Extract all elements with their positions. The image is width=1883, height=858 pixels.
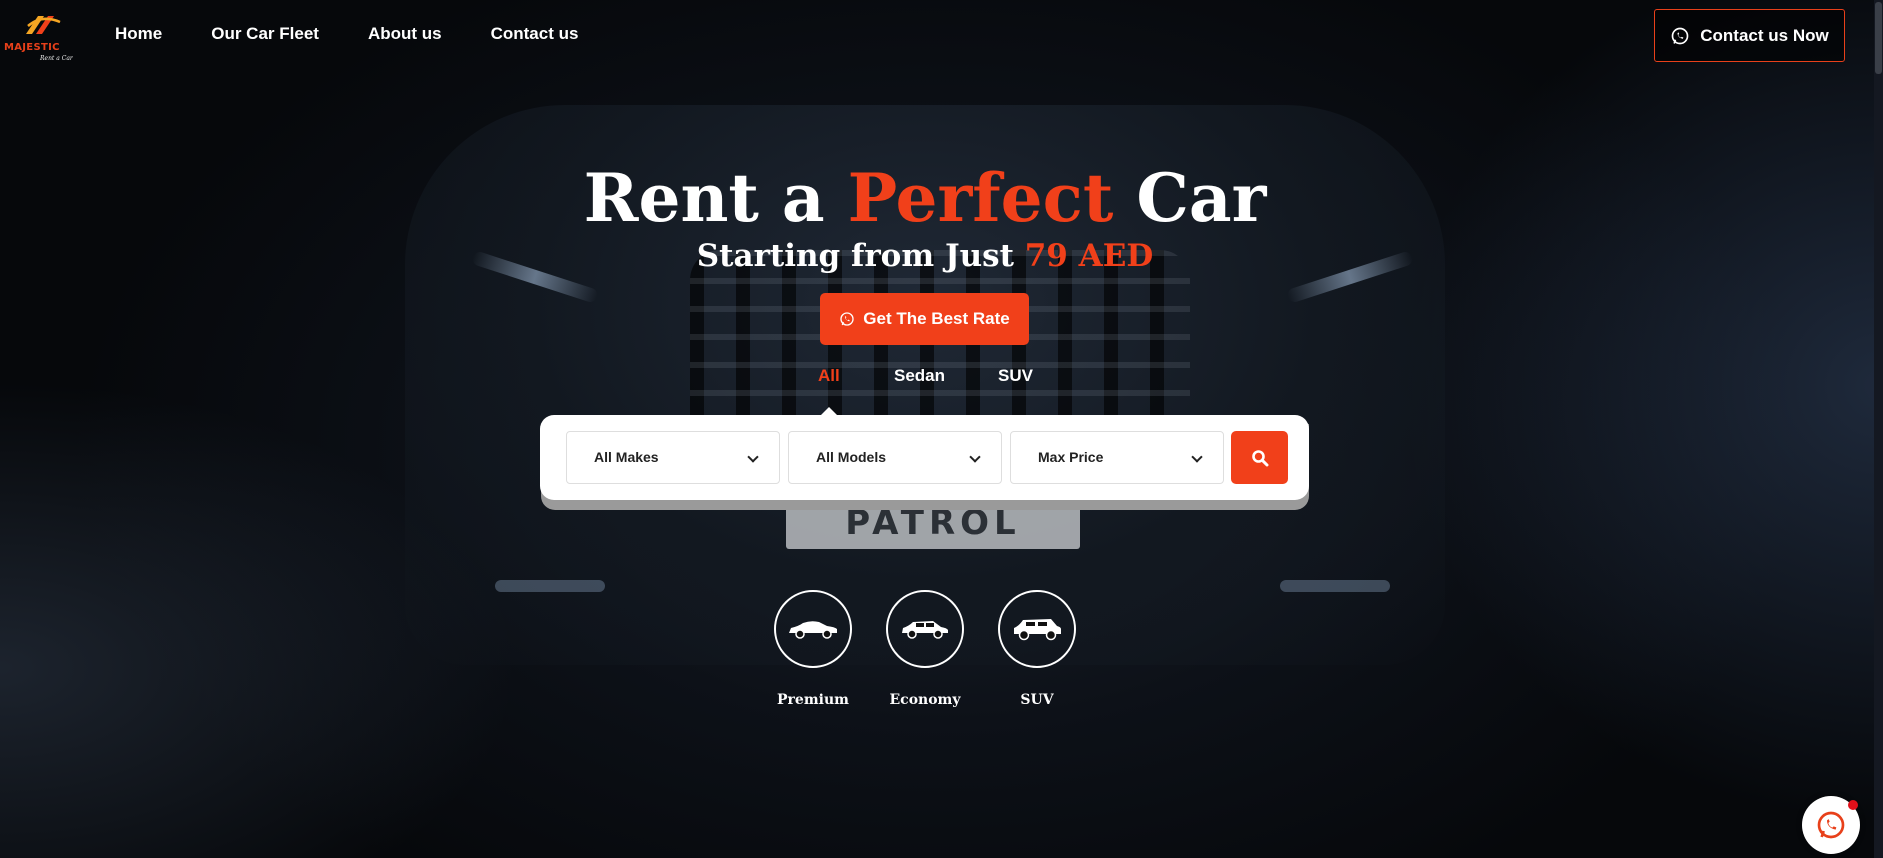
models-select-value: All Models	[816, 449, 887, 465]
category-economy[interactable]: Economy	[875, 590, 975, 708]
whatsapp-icon	[1671, 27, 1689, 44]
makes-select-value: All Makes	[594, 449, 659, 465]
contact-us-now-button[interactable]: Contact us Now	[1654, 9, 1845, 62]
logo-mark-icon	[26, 16, 61, 34]
brand-name: MAJESTIC	[4, 42, 60, 53]
category-economy-label: Economy	[889, 692, 961, 708]
search-icon	[1251, 449, 1268, 466]
car-search-form: All Makes All Models Max Price	[540, 415, 1309, 500]
category-suv[interactable]: SUV	[987, 590, 1087, 708]
nav-car-fleet[interactable]: Our Car Fleet	[211, 24, 319, 44]
hero-title-part1: Rent a	[583, 159, 848, 237]
chevron-down-icon	[1191, 451, 1203, 463]
brand-logo[interactable]: MAJESTIC Rent a Car	[4, 10, 76, 62]
tab-sedan[interactable]: Sedan	[894, 366, 945, 386]
models-select[interactable]: All Models	[788, 431, 1002, 484]
get-best-rate-label: Get The Best Rate	[863, 309, 1010, 328]
tab-suv[interactable]: SUV	[998, 366, 1033, 386]
category-premium-badge	[774, 590, 852, 668]
get-best-rate-button[interactable]: Get The Best Rate	[820, 293, 1029, 345]
floating-whatsapp-button[interactable]	[1802, 796, 1860, 854]
hero-title-accent: Perfect	[847, 159, 1114, 237]
category-suv-badge	[998, 590, 1076, 668]
site-header: MAJESTIC Rent a Car Home Our Car Fleet A…	[0, 0, 1883, 70]
whatsapp-icon	[840, 312, 854, 326]
sedan-car-icon	[789, 621, 837, 639]
brand-tagline: Rent a Car	[40, 55, 73, 62]
max-price-select[interactable]: Max Price	[1010, 431, 1224, 484]
hero-subtitle-price: 79 AED	[1024, 238, 1154, 274]
suv-car-icon	[1014, 619, 1061, 641]
whatsapp-icon	[1817, 811, 1845, 839]
main-nav: Home Our Car Fleet About us Contact us	[115, 24, 627, 44]
notification-dot	[1848, 800, 1858, 810]
nav-home[interactable]: Home	[115, 24, 162, 44]
chevron-down-icon	[747, 451, 759, 463]
vehicle-type-tabs: All Sedan SUV	[0, 366, 1883, 396]
category-economy-badge	[886, 590, 964, 668]
category-suv-label: SUV	[1020, 692, 1054, 708]
hero-subtitle: Starting from Just 79 AED	[0, 236, 1850, 276]
hero-title: Rent a Perfect Car	[0, 160, 1850, 236]
nav-contact-us[interactable]: Contact us	[491, 24, 579, 44]
hero-title-part2: Car	[1113, 159, 1267, 237]
tab-all[interactable]: All	[818, 366, 840, 386]
chevron-down-icon	[969, 451, 981, 463]
hero-subtitle-text: Starting from Just	[696, 238, 1025, 274]
makes-select[interactable]: All Makes	[566, 431, 780, 484]
nav-about-us[interactable]: About us	[368, 24, 442, 44]
category-premium[interactable]: Premium	[763, 590, 863, 708]
page-scrollbar[interactable]	[1874, 0, 1883, 858]
search-button[interactable]	[1231, 431, 1288, 484]
hatchback-car-icon	[902, 621, 948, 639]
max-price-select-value: Max Price	[1038, 449, 1104, 465]
category-premium-label: Premium	[777, 692, 849, 708]
contact-us-now-label: Contact us Now	[1700, 25, 1829, 45]
